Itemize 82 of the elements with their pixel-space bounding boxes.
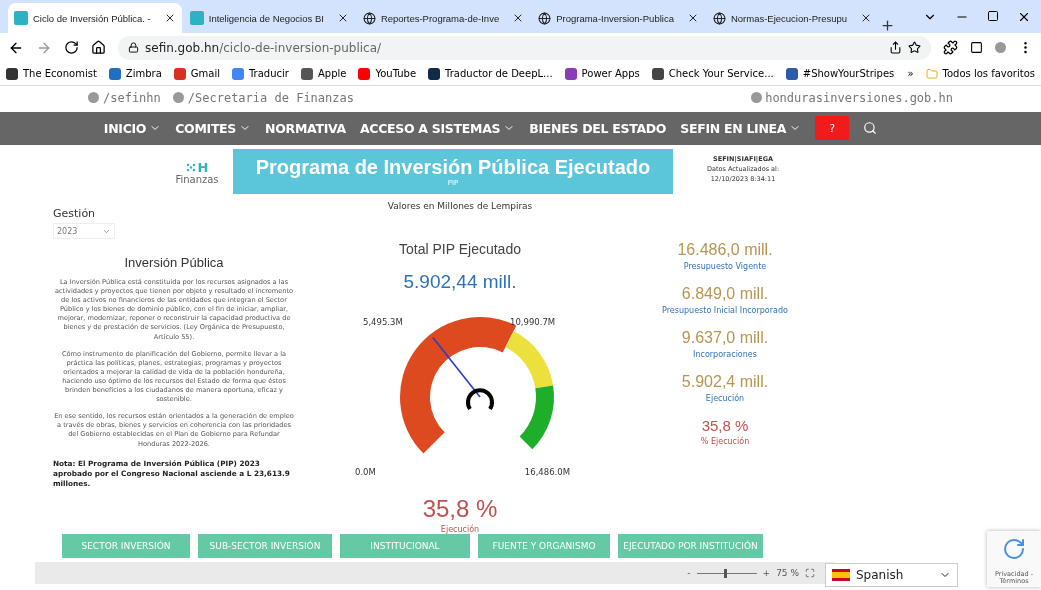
bookmark[interactable]: #ShowYourStripes xyxy=(785,67,895,80)
back-icon[interactable] xyxy=(8,40,24,56)
bookmark[interactable]: Apple xyxy=(300,67,347,80)
sidebar-icon[interactable] xyxy=(970,41,983,55)
kpi-label: % Ejecución xyxy=(700,437,750,446)
zoom-in-button[interactable]: + xyxy=(762,568,771,578)
social-icon xyxy=(172,92,184,104)
units-caption: Valores en Millones de Lempiras xyxy=(387,201,533,211)
kpi-label: Presupuesto Vigente xyxy=(683,262,767,271)
nav-item[interactable]: BIENES DEL ESTADO xyxy=(529,120,667,136)
year-select[interactable]: 2023 xyxy=(53,223,115,239)
folder-icon xyxy=(925,67,938,80)
profile-avatar[interactable] xyxy=(995,42,1006,54)
share-icon[interactable] xyxy=(889,41,902,55)
section-title: Inversión Pública xyxy=(123,255,225,270)
bookmark[interactable]: Traductor de DeepL... xyxy=(428,67,553,80)
browser-tab[interactable]: Reportes-Programa-de-Inve xyxy=(356,3,531,34)
gauge-tick-label: 0.0M xyxy=(355,467,376,477)
search-icon[interactable] xyxy=(863,121,878,136)
gauge-tick-label: 16,486.0M xyxy=(524,467,570,477)
lock-icon xyxy=(128,42,139,54)
forward-icon[interactable] xyxy=(36,40,52,56)
finanzas-logo: H Finanzas xyxy=(174,159,220,185)
dots-icon xyxy=(185,163,196,172)
kpi-value: 6.849,0 mill. xyxy=(681,285,769,303)
extensions-icon[interactable] xyxy=(943,40,958,56)
fit-icon[interactable] xyxy=(805,568,815,578)
recaptcha-icon xyxy=(1002,537,1026,561)
kpi-value: 5.902,4 mill. xyxy=(681,373,769,391)
kpi-label: Incorporaciones xyxy=(693,350,757,359)
browser-tab[interactable]: Inteligencia de Negocios BI xyxy=(183,3,355,34)
bookmark[interactable]: Gmail xyxy=(173,67,220,80)
bookmark[interactable]: The Economist xyxy=(6,67,97,80)
social-link[interactable]: /Secretaria de Finanzas xyxy=(172,90,354,105)
gauge-hub xyxy=(466,388,494,410)
help-button[interactable]: ? xyxy=(815,116,850,141)
star-icon[interactable] xyxy=(908,41,921,55)
nav-item[interactable]: ACCESO A SISTEMAS xyxy=(359,120,516,136)
nav-item[interactable]: NORMATIVA xyxy=(265,120,346,136)
site-icon xyxy=(189,11,204,26)
kpi-label: Ejecución xyxy=(705,394,745,403)
kpi-value: 35,8 % xyxy=(701,417,749,434)
gauge-needle xyxy=(432,336,481,398)
zoom-out-button[interactable]: - xyxy=(687,568,691,578)
browser-tab[interactable]: Programa-Inversion-Publica xyxy=(532,3,705,34)
nav-item[interactable]: SEFIN EN LINEA xyxy=(680,120,802,136)
browser-tab[interactable]: Normas-Ejecucion-Presupu xyxy=(706,3,879,34)
zoom-thumb[interactable] xyxy=(723,568,727,578)
bookmark[interactable]: Check Your Service... xyxy=(651,67,774,80)
home-icon[interactable] xyxy=(91,40,106,56)
nav-item[interactable]: INICIO xyxy=(103,120,162,136)
gauge-tick-label: 5,495.3M xyxy=(363,317,403,327)
bookmark[interactable]: Power Apps xyxy=(564,67,640,80)
bookmark[interactable]: Traducir xyxy=(232,67,289,80)
reload-icon[interactable] xyxy=(64,40,79,56)
bookmark[interactable]: YouTube xyxy=(358,67,417,80)
social-icon xyxy=(88,92,99,104)
kpi-value: 9.637,0 mill. xyxy=(681,329,769,347)
flag-icon xyxy=(832,569,850,581)
all-bookmarks[interactable]: Todos los favoritos xyxy=(925,67,1035,80)
gauge-value: 5.902,44 mill. xyxy=(403,271,517,293)
gauge-mid-band xyxy=(505,331,554,389)
restore-icon[interactable] xyxy=(987,9,999,22)
gauge-tick-label: 10,990.7M xyxy=(510,317,556,327)
kpi-label: Presupuesto Inicial Incorporado xyxy=(662,306,788,315)
bookmark[interactable]: Zimbra xyxy=(108,67,162,80)
language-select[interactable]: Spanish xyxy=(825,563,958,587)
new-tab-icon[interactable] xyxy=(880,18,896,34)
browser-tab[interactable]: Ciclo de Inversión Pública. - xyxy=(8,3,182,34)
execution-percent: 35,8 % xyxy=(422,495,498,523)
social-link[interactable]: /sefinhn xyxy=(88,90,161,105)
site-icon xyxy=(14,11,28,26)
filter-label: Gestión xyxy=(53,207,97,220)
nav-item[interactable]: COMITES xyxy=(175,120,252,136)
address-field[interactable]: sefin.gob.hn/ciclo-de-inversion-publica/ xyxy=(118,36,931,60)
zoom-reading: 75 % xyxy=(776,568,799,578)
kpi-value: 16.486,0 mill. xyxy=(677,241,773,259)
gauge-title: Total PIP Ejecutado xyxy=(399,241,521,257)
gauge-high-band xyxy=(519,385,554,450)
portal-link[interactable]: hondurasinversiones.gob.hn xyxy=(751,90,953,105)
execution-label: Ejecución xyxy=(440,525,480,534)
bookmarks-overflow[interactable]: » xyxy=(907,68,914,80)
